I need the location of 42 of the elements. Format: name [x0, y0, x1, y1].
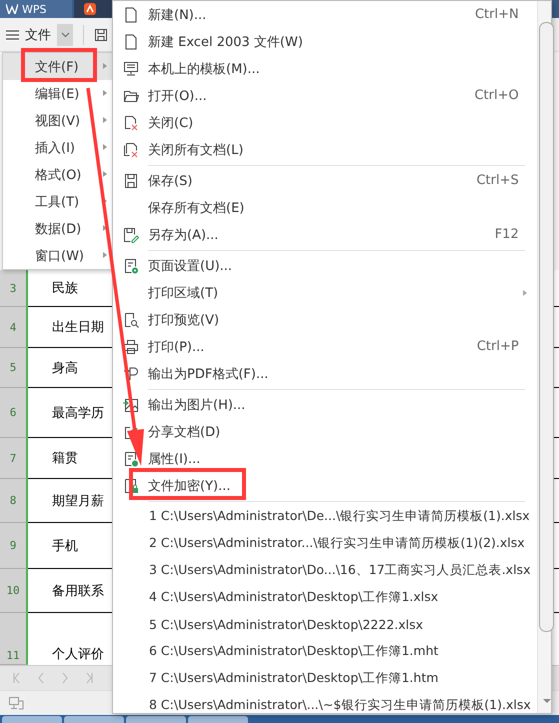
menu-item[interactable]: 打印区域(T) [113, 279, 537, 306]
recent-file-item[interactable]: 3 C:\Users\Administrator\Do...\16、17工商实习人员汇总表.xlsx [113, 557, 537, 584]
table-cell-text: 备用联系 [52, 582, 104, 600]
shortcut-label: Ctrl+N [474, 7, 519, 22]
shortcut-label: Ctrl+S [476, 173, 519, 188]
table-cell-text: 手机 [52, 538, 78, 554]
app-name: WPS [22, 2, 46, 16]
menu-item[interactable]: 保存(S) Ctrl+S [113, 167, 537, 194]
recent-file-item[interactable]: 7 C:\Users\Administrator\Desktop\工作簿1.htm [113, 665, 537, 692]
shortcut-label: Ctrl+P [476, 339, 519, 354]
menu-item[interactable]: 新建(N)... Ctrl+N [113, 1, 537, 28]
menu-item[interactable]: 另存为(A)... F12 [113, 221, 537, 248]
app-tab[interactable]: WPS [0, 0, 72, 18]
recent-file-item[interactable]: 2 C:\Users\Administrator...\银行实习生申请简历模板(1)(2).xlsx [113, 530, 537, 557]
menu-item[interactable]: 属性(I)... [113, 445, 537, 472]
menu-item[interactable]: 输出为PDF格式(F)... [113, 360, 537, 387]
table-cell-text: 身高 [52, 360, 78, 376]
menu-item[interactable]: 保存所有文档(E) [113, 194, 537, 221]
recent-file-item[interactable]: 6 C:\Users\Administrator\Desktop\工作簿1.mht [113, 638, 537, 665]
recent-file-item[interactable]: 8 C:\Users\Administrator\...\~$银行实习生申请简历模板(1).xlsx [113, 692, 537, 719]
recent-file-item[interactable]: 4 C:\Users\Administrator\Desktop\工作簿1.xlsx [113, 584, 537, 611]
menu-item[interactable]: 输出为图片(H)... [113, 391, 537, 418]
table-cell-text: 个人评价 [52, 646, 104, 663]
file-menu-button[interactable]: 文件 [6, 26, 51, 44]
menu-item[interactable]: 本机上的模板(M)... [113, 55, 537, 82]
menu-item[interactable]: 文件加密(Y)... [113, 472, 537, 499]
menu-item[interactable]: 页面设置(U)... [113, 252, 537, 279]
shortcut-label: F12 [494, 227, 519, 242]
menu-item[interactable]: 关闭(C) [113, 109, 537, 136]
shortcut-label: Ctrl+O [474, 88, 519, 103]
recent-file-item[interactable]: 5 C:\Users\Administrator\Desktop\2222.xlsx [113, 611, 537, 638]
table-cell-text: 最高学历 [52, 404, 104, 422]
menu-item[interactable]: 打开(O)... Ctrl+O [113, 82, 537, 109]
menu-item[interactable]: 打印预览(V) [113, 306, 537, 333]
table-cell-text: 期望月薪 [52, 492, 104, 510]
menu-item[interactable]: 关闭所有文档(L) [113, 136, 537, 163]
table-cell-text: 籍贯 [52, 450, 78, 467]
table-cell-text: 出生日期 [52, 319, 104, 336]
menu-item[interactable]: 打印(P)... Ctrl+P [113, 333, 537, 360]
menu-item[interactable]: 新建 Excel 2003 文件(W) [113, 28, 537, 55]
recent-file-item[interactable]: 1 C:\Users\Administrator\De...\银行实习生申请简历模板(1).xlsx [113, 503, 537, 530]
table-cell-text: 民族 [52, 280, 78, 297]
